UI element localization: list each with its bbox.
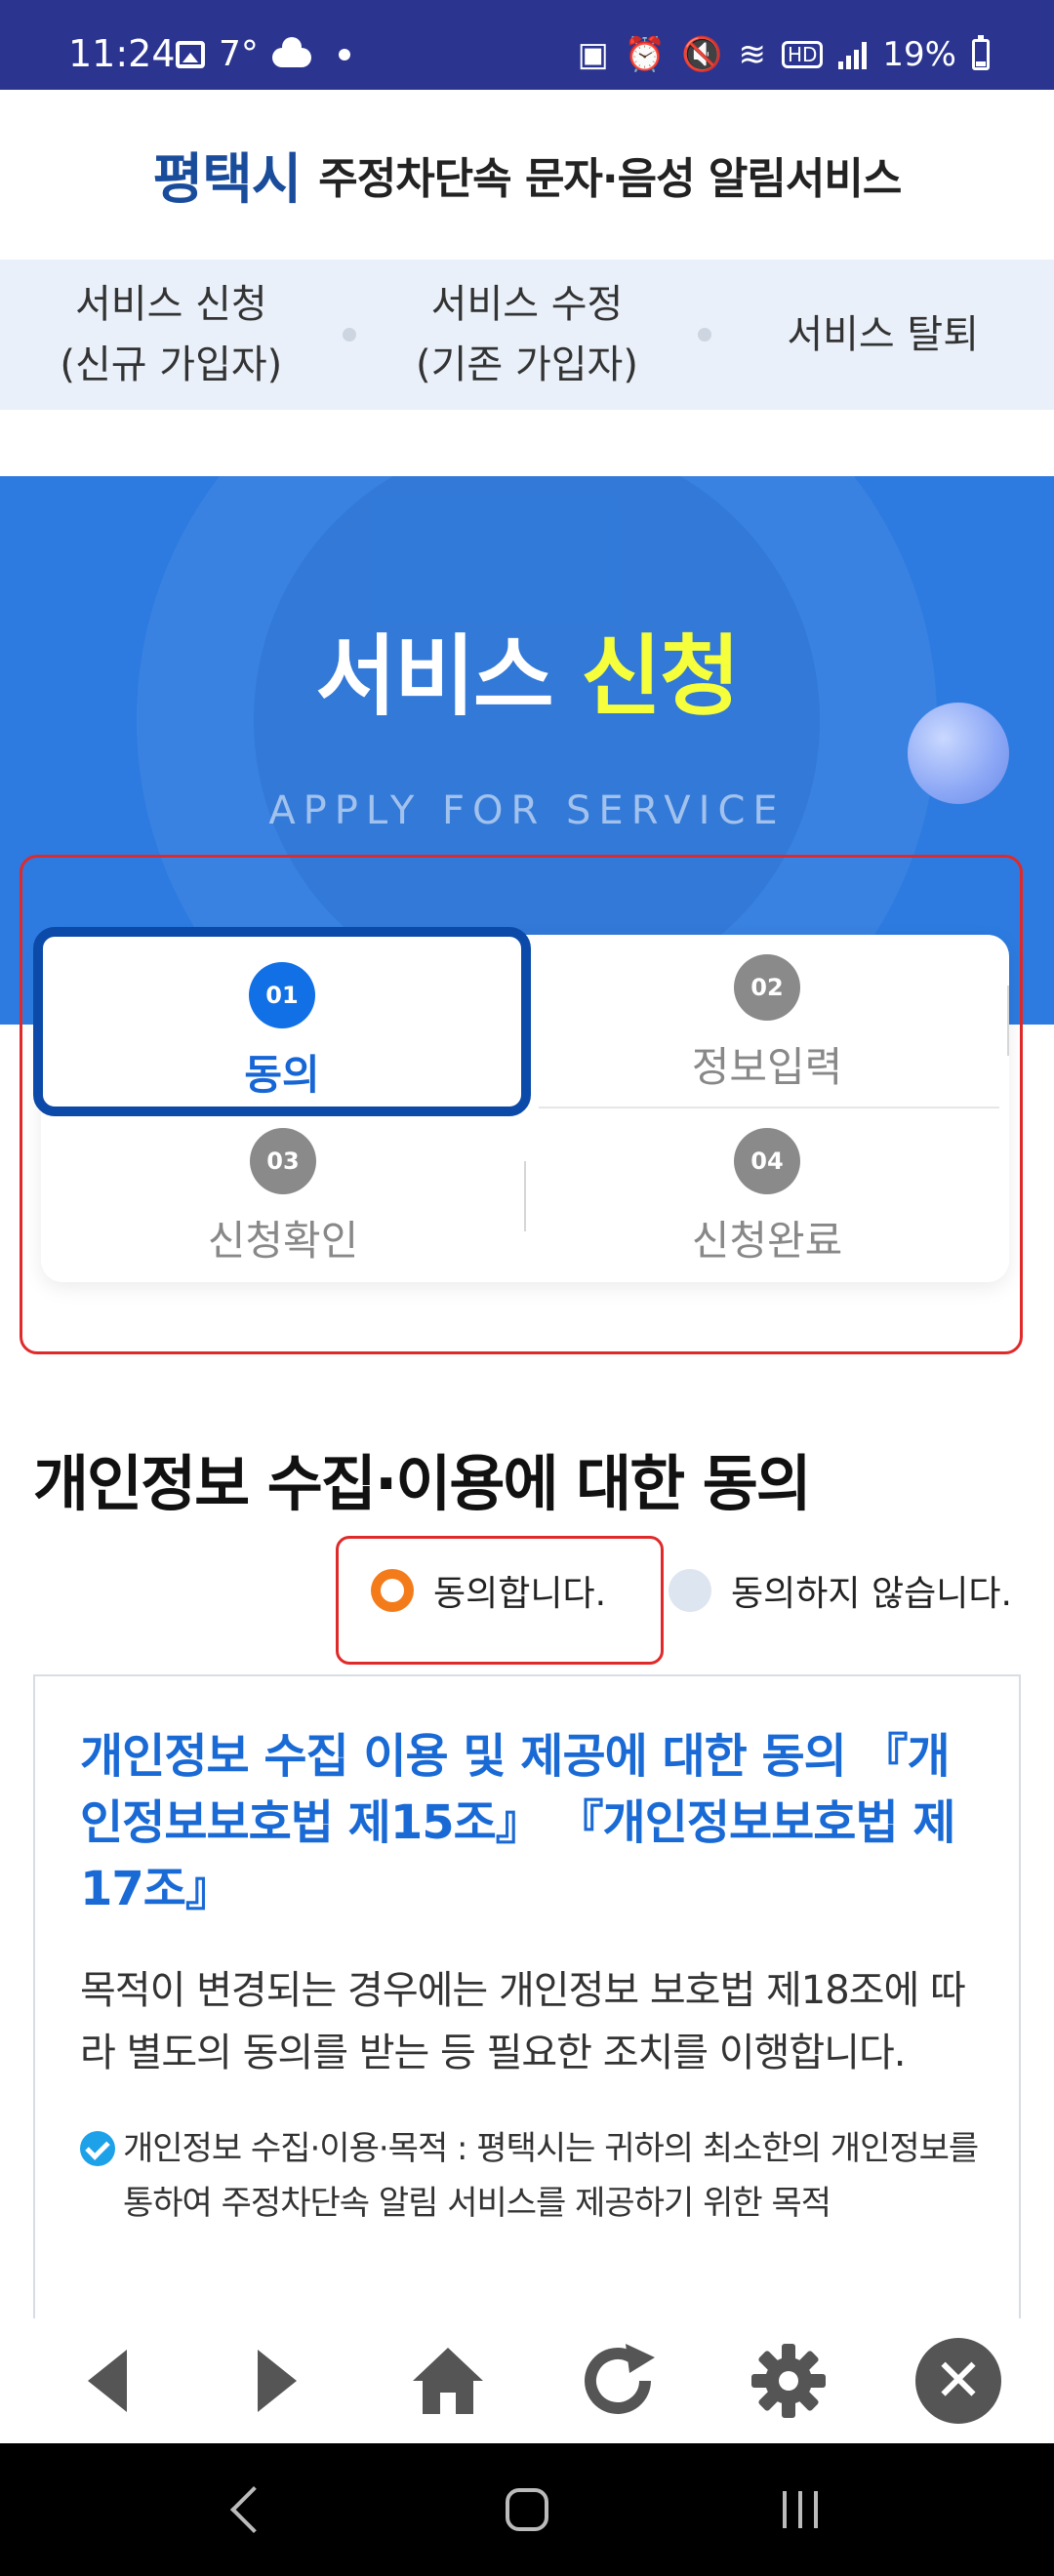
- step-complete[interactable]: 04 신청완료: [525, 1108, 1009, 1282]
- close-icon: ✕: [914, 2338, 1001, 2424]
- status-right-icons: ▣ ⏰ 🔇 ≋ HD 19%: [578, 35, 990, 74]
- chevron-left-icon: [229, 2485, 278, 2534]
- step-number: 01: [249, 962, 315, 1028]
- step-label: 신청완료: [691, 1217, 843, 1265]
- step-info-input[interactable]: 02 정보입력: [525, 935, 1009, 1108]
- service-nav: 서비스 신청 (신규 가입자) 서비스 수정 (기존 가입자) 서비스 탈퇴: [0, 260, 1054, 410]
- nav-label: 서비스 탈퇴: [787, 312, 980, 357]
- system-nav-bar: [0, 2443, 1054, 2576]
- gear-icon: [750, 2344, 826, 2418]
- image-icon: [176, 41, 205, 68]
- close-button[interactable]: ✕: [910, 2332, 1007, 2430]
- nav-separator: [342, 328, 356, 342]
- forward-button[interactable]: [228, 2332, 326, 2430]
- nav-separator: [698, 328, 712, 342]
- step-agree[interactable]: 01 동의: [33, 927, 531, 1116]
- battery-icon: [972, 35, 990, 70]
- settings-button[interactable]: [740, 2332, 837, 2430]
- step-label: 동의: [244, 1051, 320, 1099]
- city-logo[interactable]: 평택시: [153, 136, 303, 215]
- status-left-icons: 7°: [176, 35, 350, 74]
- disagree-radio[interactable]: 동의하지 않습니다.: [669, 1565, 1012, 1616]
- nav-label: 서비스 신청: [74, 282, 267, 327]
- step-label: 정보입력: [691, 1043, 843, 1091]
- agree-radio[interactable]: 동의합니다.: [371, 1565, 606, 1616]
- status-battery: 19%: [882, 35, 956, 74]
- recents-icon: [783, 2491, 818, 2528]
- back-icon: [88, 2350, 127, 2412]
- status-bar: 11:24 7° ▣ ⏰ 🔇 ≋ HD 19%: [0, 0, 1054, 90]
- step-progress-card: 01 동의 02 정보입력 03 신청확인 04 신청완료: [33, 927, 1009, 1282]
- mute-icon: 🔇: [681, 35, 723, 74]
- step-number: 04: [734, 1128, 800, 1194]
- radio-checked-icon[interactable]: [371, 1569, 414, 1612]
- hero-subtitle: APPLY FOR SERVICE: [268, 788, 786, 833]
- consent-radio-group: 동의합니다. 동의하지 않습니다.: [371, 1561, 1012, 1620]
- step-confirm[interactable]: 03 신청확인: [41, 1108, 525, 1282]
- hero-title: 서비스 신청: [0, 605, 1054, 732]
- nav-service-modify[interactable]: 서비스 수정 (기존 가입자): [356, 274, 699, 395]
- site-header: 평택시 주정차단속 문자·음성 알림서비스: [0, 90, 1054, 260]
- step-number: 03: [250, 1128, 316, 1194]
- hd-icon: HD: [781, 41, 824, 68]
- refresh-icon: [585, 2344, 656, 2414]
- status-time: 11:24: [68, 32, 176, 75]
- wifi-icon: ≋: [738, 35, 766, 74]
- terms-bullet-text: 개인정보 수집·이용·목적 : 평택시는 귀하의 최소한의 개인정보를 통하여 …: [123, 2129, 979, 2223]
- step-number: 02: [734, 954, 800, 1021]
- terms-body: 목적이 변경되는 경우에는 개인정보 보호법 제18조에 따라 별도의 동의를 …: [80, 1968, 966, 2075]
- disagree-label[interactable]: 동의하지 않습니다.: [731, 1565, 1012, 1616]
- consent-section-title: 개인정보 수집·이용에 대한 동의: [33, 1448, 812, 1519]
- hero-title-main: 서비스: [315, 625, 553, 728]
- step-label: 신청확인: [207, 1217, 359, 1265]
- check-circle-icon: [80, 2131, 115, 2166]
- status-temperature: 7°: [219, 34, 259, 74]
- home-icon: [412, 2348, 483, 2414]
- home-button[interactable]: [399, 2332, 497, 2430]
- consent-terms-box[interactable]: 개인정보 수집 이용 및 제공에 대한 동의 『개인정보보호법 제15조』 『개…: [33, 1674, 1021, 2318]
- battery-saver-icon: ▣: [577, 35, 609, 74]
- forward-icon: [258, 2350, 298, 2412]
- agree-label[interactable]: 동의합니다.: [433, 1565, 606, 1616]
- nav-sublabel: (신규 가입자): [60, 342, 283, 387]
- browser-toolbar: ✕: [0, 2318, 1054, 2443]
- nav-label: 서비스 수정: [430, 282, 624, 327]
- cloud-icon: [271, 37, 311, 67]
- service-name: 주정차단속 문자·음성 알림서비스: [318, 154, 902, 204]
- alarm-icon: ⏰: [624, 35, 667, 74]
- back-button[interactable]: [59, 2332, 156, 2430]
- home-outline-icon: [506, 2488, 548, 2531]
- terms-heading: 개인정보 수집 이용 및 제공에 대한 동의 『개인정보보호법 제15조』 『개…: [80, 1729, 956, 1916]
- refresh-button[interactable]: [569, 2332, 667, 2430]
- signal-icon: [838, 40, 868, 69]
- radio-unchecked-icon[interactable]: [669, 1569, 712, 1612]
- terms-bullet: 개인정보 수집·이용·목적 : 평택시는 귀하의 최소한의 개인정보를 통하여 …: [80, 2121, 990, 2231]
- dot-icon: [338, 49, 350, 60]
- nav-service-withdraw[interactable]: 서비스 탈퇴: [711, 304, 1054, 365]
- system-recents-button[interactable]: [751, 2461, 849, 2558]
- system-back-button[interactable]: [205, 2461, 303, 2558]
- hero-title-highlight: 신청: [581, 625, 741, 728]
- nav-service-apply[interactable]: 서비스 신청 (신규 가입자): [0, 274, 343, 395]
- nav-sublabel: (기존 가입자): [416, 342, 638, 387]
- system-home-button[interactable]: [478, 2461, 576, 2558]
